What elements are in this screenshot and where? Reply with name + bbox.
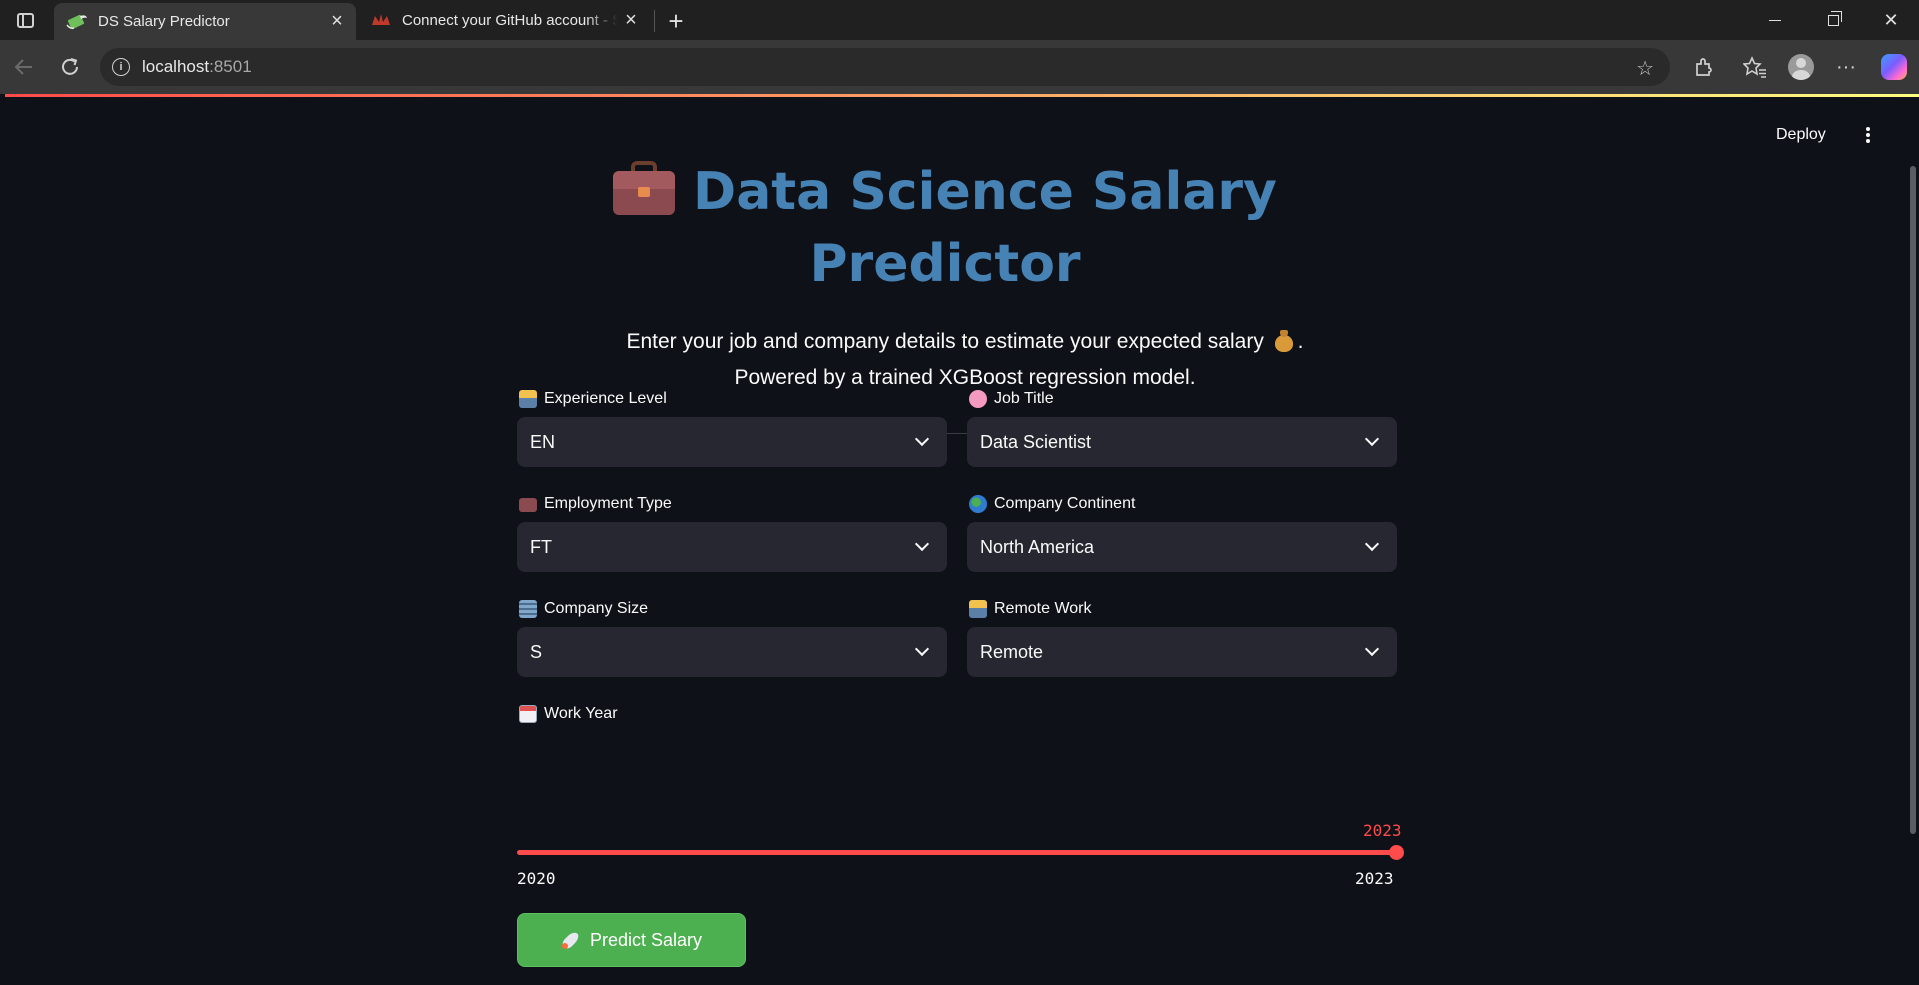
profile-button[interactable]: [1787, 53, 1815, 81]
more-options-icon[interactable]: ···: [1832, 53, 1860, 81]
company-continent-select[interactable]: North America: [967, 522, 1397, 572]
rocket-icon: [561, 930, 581, 950]
new-tab-button[interactable]: +: [662, 6, 690, 36]
experience-level-label: Experience Level: [519, 390, 667, 408]
chevron-down-icon: [914, 641, 930, 657]
employment-type-label: Employment Type: [519, 495, 672, 513]
work-year-max-label: 2023: [1355, 869, 1394, 888]
page-title: Data Science Salary Predictor: [605, 156, 1285, 300]
subtitle-line-1: Enter your job and company details to es…: [626, 330, 1264, 353]
kebab-menu-icon[interactable]: [1863, 124, 1873, 146]
deploy-button[interactable]: Deploy: [1776, 126, 1826, 144]
minimize-button[interactable]: [1746, 0, 1804, 40]
company-continent-label-text: Company Continent: [994, 495, 1136, 512]
favorite-star-icon[interactable]: ☆: [1636, 56, 1654, 81]
close-tab-icon[interactable]: ×: [618, 7, 644, 33]
browser-tab-bar: DS Salary Predictor × Connect your GitHu…: [0, 0, 1919, 40]
copilot-button[interactable]: [1880, 53, 1908, 81]
job-title-select[interactable]: Data Scientist: [967, 417, 1397, 467]
close-tab-icon[interactable]: ×: [324, 9, 350, 35]
company-size-label: Company Size: [519, 600, 648, 618]
work-year-min-label: 2020: [517, 869, 556, 888]
chevron-down-icon: [1364, 431, 1380, 447]
streamlit-app: Deploy Data Science Salary Predictor Ent…: [5, 94, 1919, 985]
page-subtitle: Enter your job and company details to es…: [505, 324, 1425, 396]
tab-title: DS Salary Predictor: [98, 13, 230, 30]
employment-type-label-text: Employment Type: [544, 495, 672, 512]
company-size-select[interactable]: S: [517, 627, 947, 677]
work-year-slider-track[interactable]: [517, 850, 1397, 855]
globe-icon: [969, 495, 987, 513]
technologist-icon: [969, 600, 987, 618]
browser-toolbar: i localhost:8501 ☆ ···: [0, 40, 1919, 94]
chevron-down-icon: [1364, 536, 1380, 552]
extensions-icon[interactable]: [1690, 53, 1718, 81]
chevron-down-icon: [1364, 641, 1380, 657]
minimize-icon: [1769, 19, 1781, 21]
refresh-button[interactable]: [54, 51, 86, 83]
restore-button[interactable]: [1804, 0, 1862, 40]
work-year-current-value: 2023: [1363, 821, 1402, 840]
url-port: :8501: [209, 57, 252, 76]
tab-separator: [654, 10, 655, 32]
experience-level-label-text: Experience Level: [544, 390, 667, 407]
office-building-icon: [519, 600, 537, 618]
predict-salary-button[interactable]: Predict Salary: [517, 913, 746, 967]
sidebar-icon: [16, 12, 34, 28]
tab-ds-salary-predictor[interactable]: DS Salary Predictor ×: [54, 3, 356, 40]
url-text: localhost:8501: [142, 57, 252, 77]
company-size-label-text: Company Size: [544, 600, 649, 617]
restore-icon: [1827, 10, 1842, 26]
work-year-slider-thumb[interactable]: [1389, 845, 1404, 860]
back-button[interactable]: [8, 51, 40, 83]
brain-icon: [969, 390, 987, 408]
arrow-left-icon: [14, 59, 32, 75]
favorites-icon[interactable]: [1741, 53, 1769, 81]
tab-title: Connect your GitHub account - St: [402, 11, 618, 29]
company-continent-value: North America: [980, 536, 1095, 557]
page-title-text: Data Science Salary Predictor: [693, 162, 1277, 294]
job-title-label: Job Title: [969, 390, 1054, 408]
scrollbar[interactable]: [1910, 166, 1916, 834]
streamlit-crown-icon: [370, 11, 392, 29]
remote-work-value: Remote: [980, 641, 1044, 662]
copilot-icon: [1881, 54, 1907, 80]
briefcase-icon: [519, 498, 537, 512]
close-window-button[interactable]: ✕: [1862, 0, 1919, 40]
experience-level-select[interactable]: EN: [517, 417, 947, 467]
chevron-down-icon: [914, 431, 930, 447]
refresh-icon: [62, 58, 78, 75]
work-year-label: Work Year: [519, 705, 618, 723]
remote-work-label: Remote Work: [969, 600, 1092, 618]
job-title-label-text: Job Title: [994, 390, 1054, 407]
experience-level-value: EN: [530, 431, 556, 452]
job-title-value: Data Scientist: [980, 431, 1092, 452]
company-size-value: S: [530, 641, 543, 662]
sidebar-toggle-button[interactable]: [12, 8, 38, 32]
remote-work-select[interactable]: Remote: [967, 627, 1397, 677]
address-bar[interactable]: i localhost:8501 ☆: [100, 48, 1670, 86]
predict-salary-label: Predict Salary: [589, 929, 703, 950]
header-decoration: [5, 94, 1919, 97]
url-host: localhost: [142, 57, 210, 76]
employment-type-value: FT: [530, 536, 552, 557]
work-year-label-text: Work Year: [544, 705, 618, 722]
calendar-icon: [519, 705, 537, 723]
technologist-icon: [519, 390, 537, 408]
remote-work-label-text: Remote Work: [994, 600, 1092, 617]
employment-type-select[interactable]: FT: [517, 522, 947, 572]
briefcase-icon: [613, 161, 676, 215]
company-continent-label: Company Continent: [969, 495, 1135, 513]
chevron-down-icon: [914, 536, 930, 552]
subtitle-line-1-end: .: [1297, 330, 1304, 353]
tab-connect-github[interactable]: Connect your GitHub account - St ×: [358, 0, 650, 40]
avatar: [1788, 54, 1814, 80]
close-icon: ✕: [1883, 9, 1899, 30]
site-info-icon[interactable]: i: [112, 58, 130, 76]
money-with-wings-icon: [66, 13, 88, 31]
money-bag-icon: [1274, 330, 1294, 352]
